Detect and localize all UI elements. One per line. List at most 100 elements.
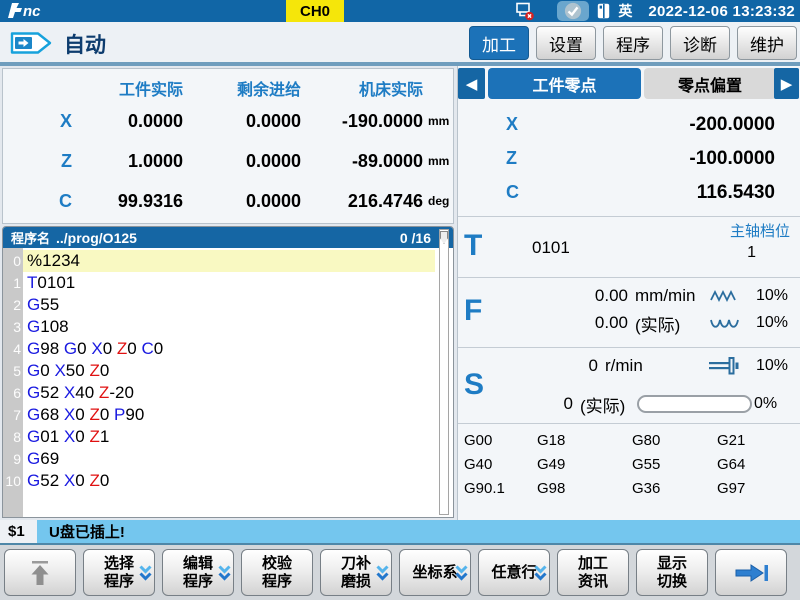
line-text: G69: [23, 448, 435, 470]
gcode-modal-value: G49: [537, 456, 632, 473]
feed-actual-value: 0.00: [458, 313, 628, 333]
line-number: 7: [3, 407, 23, 423]
softkey-label: 加工资讯: [578, 555, 608, 590]
offset-value: -100.0000: [689, 148, 775, 170]
offset-value: -200.0000: [689, 114, 775, 136]
tab-machining[interactable]: 加工: [469, 26, 529, 60]
gcode-modal-value: G21: [717, 432, 800, 449]
program-line[interactable]: 6G52 X40 Z-20: [3, 382, 453, 404]
offset-axis-label: X: [506, 114, 518, 135]
tab-settings[interactable]: 设置: [536, 26, 596, 60]
tab-diagnosis[interactable]: 诊断: [670, 26, 730, 60]
program-path: ../prog/O125: [56, 230, 137, 246]
chevron-down-icon: [139, 564, 152, 581]
program-line[interactable]: 5G0 X50 Z0: [3, 360, 453, 382]
axis-remaining-value: 0.0000: [183, 101, 301, 141]
spindle-actual-value: 0: [458, 394, 573, 414]
line-number: 1: [3, 275, 23, 291]
svg-text:nc: nc: [23, 3, 41, 19]
offset-row: Z -100.0000: [458, 144, 800, 178]
gcode-modal-value: G36: [632, 480, 717, 497]
offset-tabs-next-button[interactable]: ▶: [774, 68, 799, 99]
axis-unit: mm: [423, 141, 453, 181]
program-line[interactable]: 9G69: [3, 448, 453, 470]
axis-machine-value: -190.0000: [301, 101, 423, 141]
program-scrollbar[interactable]: [439, 229, 449, 515]
program-line[interactable]: 10G52 X0 Z0: [3, 470, 453, 492]
spindle-speed-unit: r/min: [598, 356, 702, 376]
softkey-coordinate-system[interactable]: 坐标系: [399, 549, 471, 596]
softkey-edit-program[interactable]: 编辑程序: [162, 549, 234, 596]
softkey-next[interactable]: [715, 549, 787, 596]
right-panel: ◀ 工件零点零点偏置 ▶ X -200.0000 Z -100.0000 C116.54…: [457, 66, 800, 520]
axes-column-header: 机床实际: [301, 75, 423, 101]
tab-zero-offset[interactable]: 零点偏置: [644, 68, 776, 99]
softkey-verify-program[interactable]: 校验程序: [241, 549, 313, 596]
line-number: 10: [3, 473, 23, 489]
up-arrow-icon: [25, 557, 55, 589]
gcode-modal-value: G18: [537, 432, 632, 449]
softkey-arbitrary-line[interactable]: 任意行: [478, 549, 550, 596]
axis-actual-value: 1.0000: [86, 141, 183, 181]
line-text: T0101: [23, 272, 435, 294]
program-line[interactable]: 8G01 X0 Z1: [3, 426, 453, 448]
axis-remaining-value: 0.0000: [183, 181, 301, 221]
program-header: 程序名 ../prog/O125 0 /16: [3, 227, 453, 248]
tab-program[interactable]: 程序: [603, 26, 663, 60]
spindle-load-bar: [637, 395, 754, 413]
softkey-select-program[interactable]: 选择程序: [83, 549, 155, 596]
axis-label: C: [3, 181, 86, 221]
status-bar: $1 U盘已插上!: [0, 520, 800, 543]
auto-mode-icon: [10, 31, 54, 60]
status-message: U盘已插上!: [37, 520, 800, 543]
topbar: nc CH0: [0, 0, 800, 22]
network-disconnected-icon: [515, 2, 535, 21]
program-line[interactable]: 0%1234: [3, 250, 453, 272]
softkey-tool-comp-wear[interactable]: 刀补磨损: [320, 549, 392, 596]
feed-actual-label: (实际): [628, 311, 702, 336]
offset-rows: X -200.0000 Z -100.0000 C116.5430: [458, 110, 800, 212]
offset-value: 116.5430: [697, 182, 775, 204]
offset-tabs-prev-button[interactable]: ◀: [458, 68, 485, 99]
mode-label: 自动: [64, 29, 106, 59]
softkey-label: 显示切换: [657, 555, 687, 590]
line-text: G0 X50 Z0: [23, 360, 435, 382]
language-indicator[interactable]: 英: [618, 1, 632, 21]
program-line[interactable]: 7G68 X0 Z0 P90: [3, 404, 453, 426]
spindle-speed-value: 0: [458, 356, 598, 376]
line-text: G68 X0 Z0 P90: [23, 404, 435, 426]
gcode-modal-value: G64: [717, 456, 800, 473]
gcode-modal-value: G97: [717, 480, 800, 497]
rapid-override-icon: [702, 289, 748, 303]
axis-unit: deg: [423, 181, 453, 221]
axes-table: 工件实际剩余进给机床实际X0.00000.0000-190.0000mmZ1.0…: [3, 69, 453, 221]
spindle-section: S 0 r/min 10% 0: [458, 348, 800, 423]
program-line[interactable]: 3G108: [3, 316, 453, 338]
line-text: G01 X0 Z1: [23, 426, 435, 448]
gcode-modal-value: G40: [464, 456, 537, 473]
gcode-grid: G00G18G80G21G40G49G55G64G90.1G98G36G97: [458, 424, 800, 497]
offset-row: C116.5430: [458, 178, 800, 212]
program-line[interactable]: 2G55: [3, 294, 453, 316]
line-text: G52 X0 Z0: [23, 470, 435, 492]
tab-maintenance[interactable]: 维护: [737, 26, 797, 60]
gcode-modal-value: G98: [537, 480, 632, 497]
axes-column-header: 工件实际: [86, 75, 183, 101]
line-number: 2: [3, 297, 23, 313]
softkey-machining-info[interactable]: 加工资讯: [557, 549, 629, 596]
program-line[interactable]: 4G98 G0 X0 Z0 C0: [3, 338, 453, 360]
softkey-bar: 选择程序编辑程序校验程序刀补磨损坐标系任意行加工资讯 显示切换: [0, 543, 800, 600]
line-number: 0: [3, 253, 23, 269]
softkey-back[interactable]: [4, 549, 76, 596]
feed-unit: mm/min: [628, 286, 702, 306]
offset-axis-label: Z: [506, 148, 517, 169]
spindle-gear-value: 1: [747, 244, 756, 262]
program-line[interactable]: 1T0101: [3, 272, 453, 294]
softkey-display-switch[interactable]: 显示切换: [636, 549, 708, 596]
scrollbar-thumb[interactable]: [440, 231, 448, 244]
tab-work-zero[interactable]: 工件零点: [488, 68, 641, 99]
axes-column-header: 剩余进给: [183, 75, 301, 101]
line-number: 4: [3, 341, 23, 357]
line-text: G55: [23, 294, 435, 316]
axis-label: X: [3, 101, 86, 141]
